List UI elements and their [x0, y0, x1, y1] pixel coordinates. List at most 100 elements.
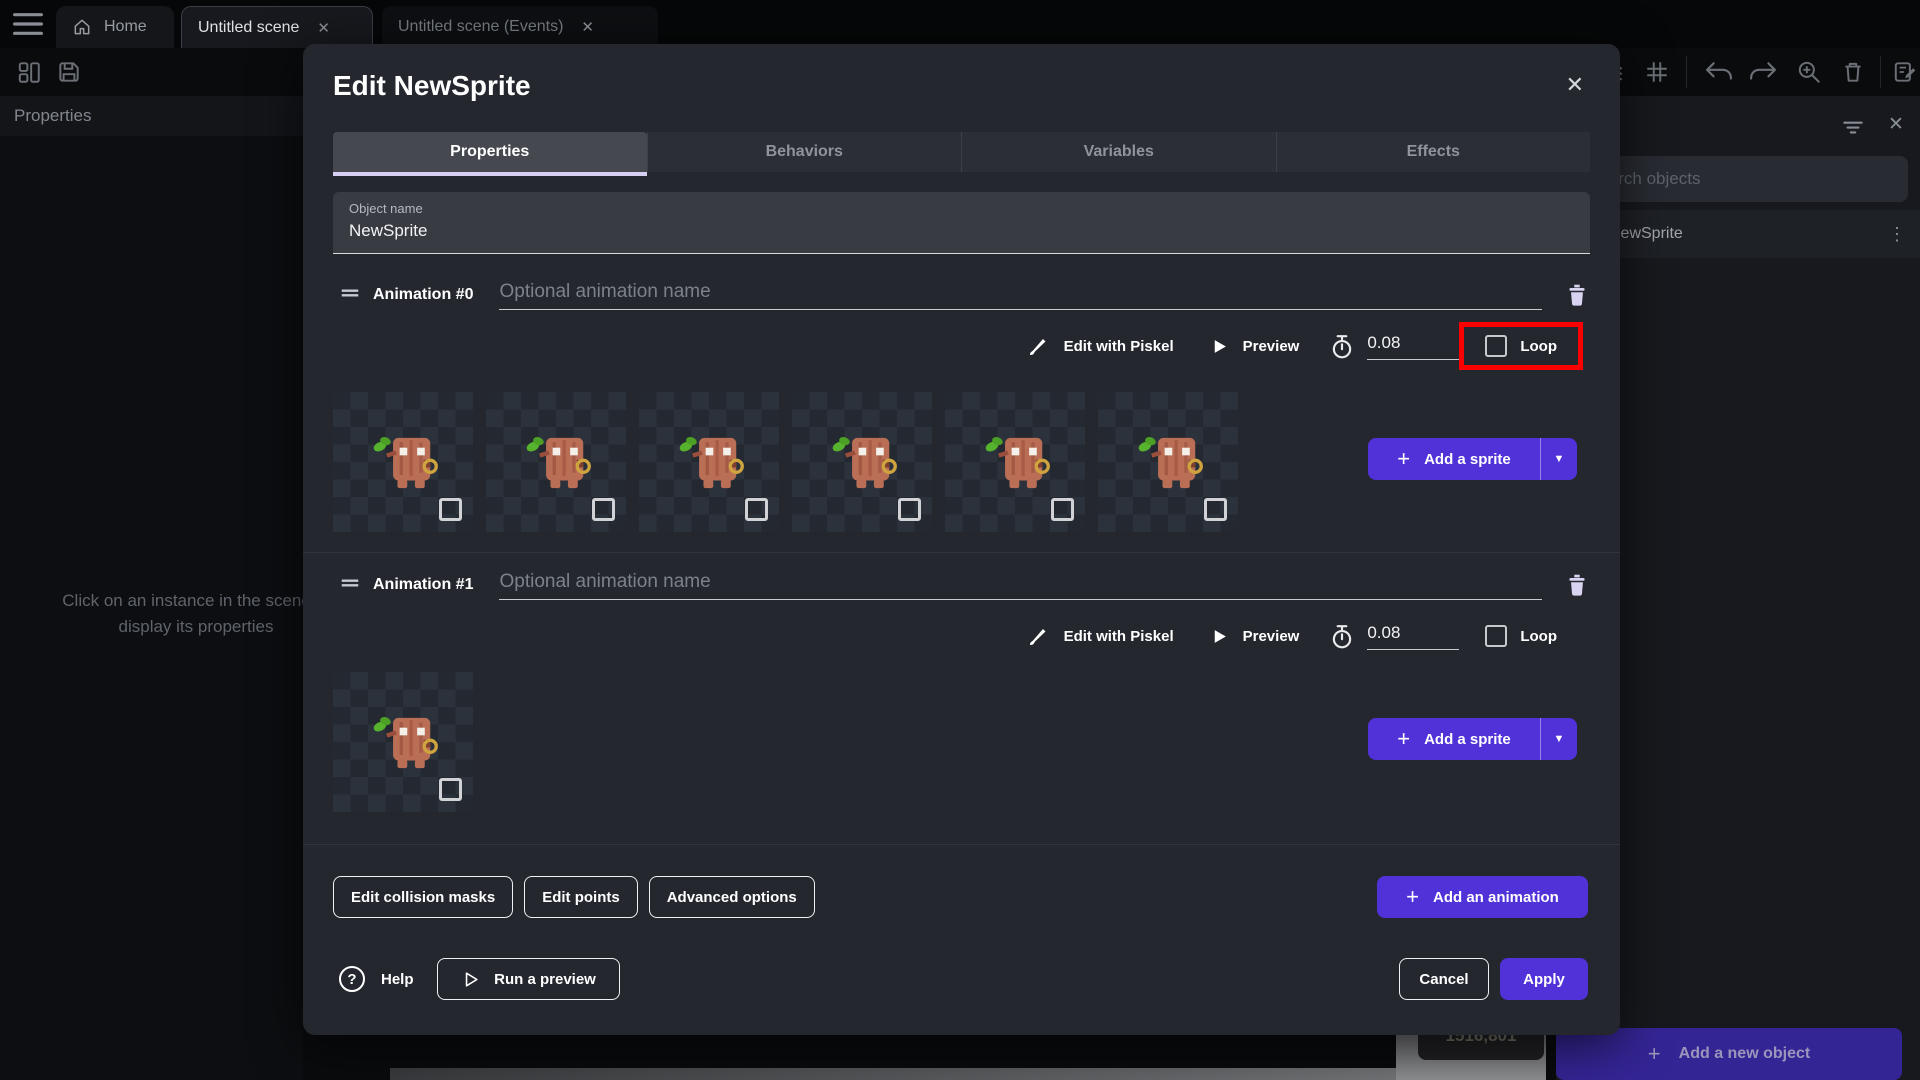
- preview-button[interactable]: Preview: [1210, 627, 1299, 646]
- frame-select-checkbox[interactable]: [439, 778, 462, 801]
- add-sprite-main[interactable]: + Add a sprite: [1368, 448, 1540, 470]
- animation-name-input[interactable]: [499, 281, 1542, 310]
- run-a-preview-button[interactable]: Run a preview: [437, 958, 620, 1000]
- panel-layout-icon[interactable]: [16, 59, 42, 85]
- section-divider: [303, 552, 1620, 553]
- delete-animation-icon[interactable]: [1564, 282, 1590, 308]
- filter-list-icon[interactable]: [1840, 114, 1866, 140]
- object-name-label: Object name: [349, 201, 423, 216]
- plus-icon: +: [1647, 1041, 1661, 1066]
- frame-select-checkbox[interactable]: [592, 498, 615, 521]
- play-icon: [1214, 339, 1226, 353]
- hamburger-menu-icon[interactable]: [12, 12, 44, 36]
- tab-label: Untitled scene (Events): [398, 18, 564, 35]
- save-icon[interactable]: [56, 59, 82, 85]
- caret-down-icon: ▼: [1553, 733, 1565, 745]
- preview-button[interactable]: Preview: [1210, 337, 1299, 356]
- cancel-button[interactable]: Cancel: [1399, 958, 1489, 1000]
- tab-untitled-scene-events[interactable]: Untitled scene (Events) ✕: [382, 6, 658, 48]
- home-icon: [74, 19, 90, 35]
- apply-button[interactable]: Apply: [1500, 958, 1588, 1000]
- tab-behaviors[interactable]: Behaviors: [646, 132, 961, 172]
- paintbrush-icon: [1029, 339, 1046, 355]
- help-icon: ?: [339, 966, 365, 992]
- animation-1-controls: Edit with Piskel Preview Loop: [1026, 616, 1557, 656]
- properties-panel-title: Properties: [14, 106, 92, 125]
- loop-label: Loop: [1520, 627, 1557, 645]
- close-tab-icon[interactable]: ✕: [317, 19, 330, 37]
- redo-icon[interactable]: [1746, 59, 1780, 85]
- edit-sprite-dialog: Edit NewSprite ✕ Properties Behaviors Va…: [303, 44, 1620, 1035]
- caret-down-icon: ▼: [1553, 453, 1565, 465]
- tab-effects[interactable]: Effects: [1275, 132, 1590, 172]
- frame-select-checkbox[interactable]: [1204, 498, 1227, 521]
- object-name-input[interactable]: [349, 221, 1574, 241]
- trash-icon[interactable]: [1840, 59, 1866, 85]
- window-tab-bar: Home Untitled scene ✕ Untitled scene (Ev…: [0, 0, 1920, 48]
- close-dialog-icon[interactable]: ✕: [1566, 72, 1584, 98]
- add-sprite-main[interactable]: + Add a sprite: [1368, 728, 1540, 750]
- advanced-options-button[interactable]: Advanced options: [648, 876, 815, 918]
- toolbar-divider: [1880, 56, 1881, 88]
- properties-panel-header: Properties: [0, 96, 303, 136]
- add-sprite-button[interactable]: + Add a sprite ▼: [1368, 438, 1577, 480]
- add-new-object-button[interactable]: + Add a new object: [1556, 1028, 1902, 1080]
- loop-option: Loop: [1485, 625, 1557, 647]
- kebab-menu-icon[interactable]: ⋮: [1888, 224, 1906, 245]
- sprite-frame-thumbnail[interactable]: [333, 672, 473, 812]
- sprite-frame-thumbnail[interactable]: [792, 392, 932, 532]
- animation-0-header: Animation #0: [333, 274, 1590, 310]
- tab-home[interactable]: Home: [56, 6, 174, 48]
- edit-collision-masks-button[interactable]: Edit collision masks: [333, 876, 514, 918]
- zoom-in-icon[interactable]: [1796, 59, 1822, 85]
- time-between-frames-input[interactable]: [1367, 332, 1460, 360]
- help-button[interactable]: ? Help: [339, 958, 414, 1000]
- toolbar-divider: [1686, 56, 1687, 88]
- sprite-frame-thumbnail[interactable]: [945, 392, 1085, 532]
- drag-handle-icon[interactable]: [339, 282, 361, 304]
- tab-label: Home: [104, 18, 147, 35]
- edit-notebook-icon[interactable]: [1892, 59, 1918, 85]
- sprite-pixelart: [373, 717, 438, 769]
- add-sprite-dropdown[interactable]: ▼: [1541, 453, 1577, 465]
- object-name-field[interactable]: Object name: [333, 192, 1590, 254]
- add-sprite-dropdown[interactable]: ▼: [1541, 733, 1577, 745]
- add-sprite-button[interactable]: + Add a sprite ▼: [1368, 718, 1577, 760]
- sprite-pixelart: [526, 437, 591, 489]
- search-objects-input[interactable]: [1572, 156, 1908, 202]
- sprite-frame-thumbnail[interactable]: [639, 392, 779, 532]
- sprite-frame-thumbnail[interactable]: [333, 392, 473, 532]
- drag-handle-icon[interactable]: [339, 572, 361, 594]
- loop-checkbox[interactable]: [1485, 335, 1508, 357]
- animation-name-input[interactable]: [499, 571, 1542, 600]
- sprite-pixelart: [1138, 437, 1203, 489]
- edit-with-piskel-button[interactable]: Edit with Piskel: [1026, 624, 1174, 648]
- loop-option: Loop: [1459, 322, 1583, 370]
- add-animation-button[interactable]: + Add an animation: [1377, 876, 1588, 918]
- frame-select-checkbox[interactable]: [439, 498, 462, 521]
- animation-title: Animation #1: [373, 576, 474, 593]
- close-tab-icon[interactable]: ✕: [581, 18, 594, 36]
- paintbrush-icon: [1029, 629, 1046, 645]
- delete-animation-icon[interactable]: [1564, 572, 1590, 598]
- play-icon: [1214, 629, 1226, 643]
- sprite-frame-thumbnail[interactable]: [486, 392, 626, 532]
- frame-select-checkbox[interactable]: [1051, 498, 1074, 521]
- close-panel-icon[interactable]: ✕: [1888, 113, 1904, 136]
- frame-select-checkbox[interactable]: [898, 498, 921, 521]
- play-outline-icon: [465, 971, 478, 987]
- tab-label: Untitled scene: [198, 18, 300, 36]
- edit-with-piskel-button[interactable]: Edit with Piskel: [1026, 334, 1174, 358]
- sprite-tools-row: Edit collision masks Edit points Advance…: [333, 876, 815, 918]
- sprite-frame-thumbnail[interactable]: [1098, 392, 1238, 532]
- edit-points-button[interactable]: Edit points: [524, 876, 638, 918]
- frame-select-checkbox[interactable]: [745, 498, 768, 521]
- animation-1-header: Animation #1: [333, 564, 1590, 600]
- undo-icon[interactable]: [1702, 59, 1736, 85]
- loop-checkbox[interactable]: [1485, 625, 1508, 647]
- tab-properties[interactable]: Properties: [333, 132, 647, 176]
- time-between-frames-input[interactable]: [1367, 622, 1460, 650]
- tab-variables[interactable]: Variables: [961, 132, 1276, 172]
- grid-icon[interactable]: [1644, 59, 1670, 85]
- tab-untitled-scene[interactable]: Untitled scene ✕: [181, 6, 373, 48]
